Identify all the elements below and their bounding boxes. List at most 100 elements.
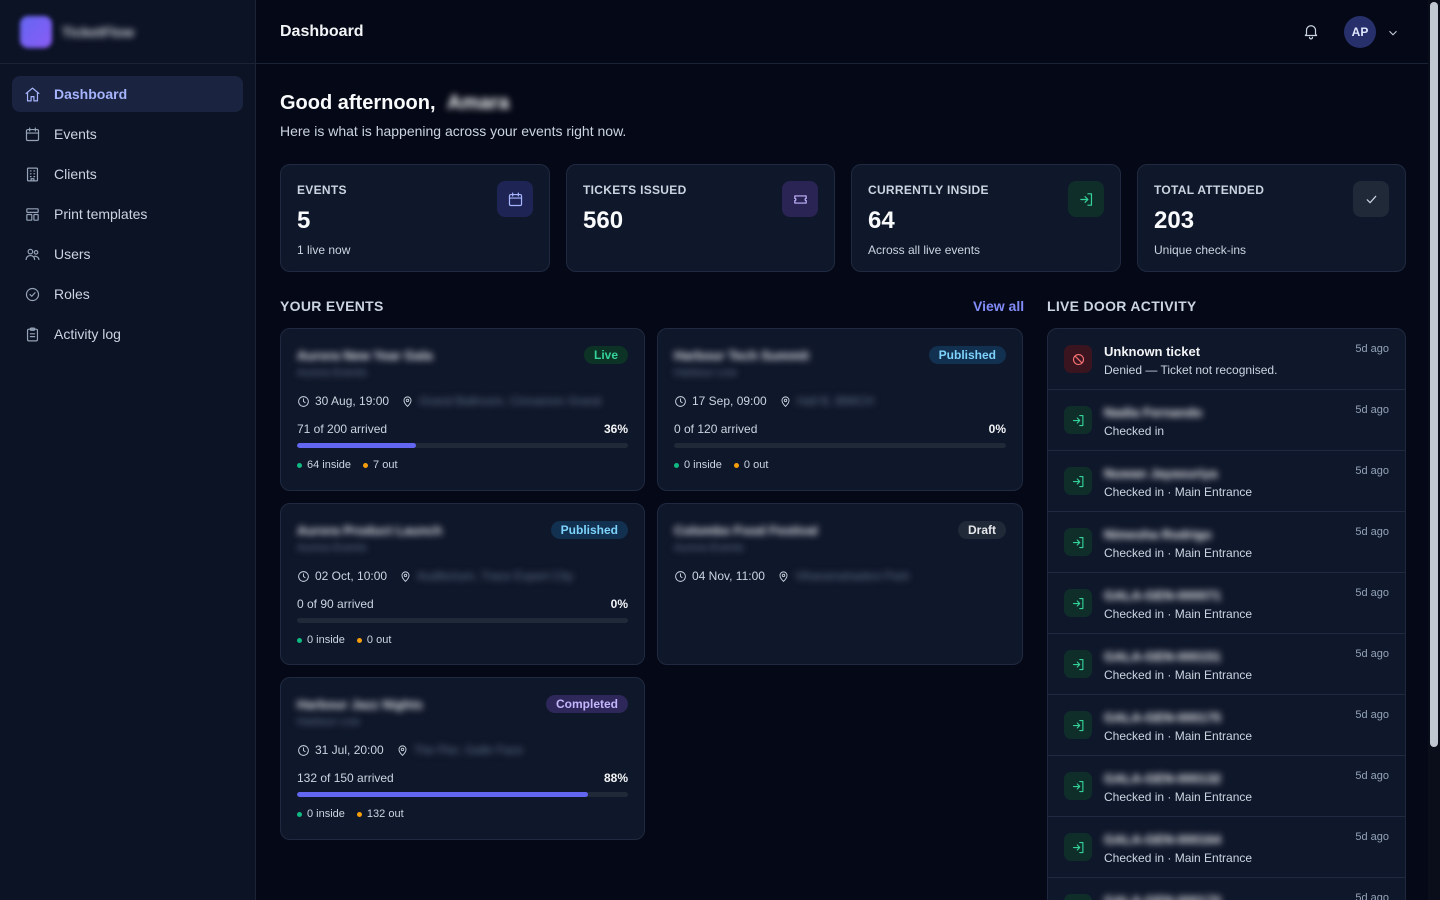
event-organizer: Harbour Live	[297, 716, 360, 728]
event-card[interactable]: Aurora New Year Gala Aurora Events Live …	[280, 328, 645, 491]
out-count: 0 out	[743, 459, 769, 471]
event-card[interactable]: Colombo Food Festival Aurora Events Draf…	[657, 503, 1023, 665]
event-organizer: Aurora Events	[674, 542, 744, 554]
activity-row[interactable]: Nimesha Rodrigo Checked in · Main Entranc…	[1048, 512, 1405, 573]
notifications-button[interactable]	[1302, 22, 1320, 43]
event-card[interactable]: Harbour Jazz Nights Harbour Live Complet…	[280, 677, 645, 840]
activity-time: 5d ago	[1355, 648, 1389, 660]
event-datetime: 17 Sep, 09:00	[692, 394, 767, 408]
event-datetime: 30 Aug, 19:00	[315, 394, 390, 408]
activity-row[interactable]: GALA-GEN-000175 Checked in · Main Entranc…	[1048, 695, 1405, 756]
door-enter-icon	[1079, 192, 1092, 206]
out-dot	[356, 637, 362, 643]
event-venue: Grand Ballroom, Cinnamon Grand	[419, 394, 602, 408]
sidebar-item-label: Print templates	[54, 206, 148, 222]
status-badge: Live	[583, 346, 628, 364]
stat-icon-box	[1353, 181, 1389, 217]
activity-icon-box	[1064, 467, 1092, 495]
ban-icon	[1072, 353, 1084, 365]
view-all-link[interactable]: View all	[973, 298, 1024, 314]
activity-row[interactable]: GALA-GEN-000170Checked in · Main Entranc…	[1048, 878, 1405, 900]
activity-time: 5d ago	[1355, 831, 1389, 843]
stat-icon-box	[1068, 181, 1104, 217]
activity-row[interactable]: GALA-GEN-000164 Checked in · Main Entranc…	[1048, 817, 1405, 878]
activity-time: 5d ago	[1355, 526, 1389, 538]
activity-detail: Checked in · Main Entrance	[1104, 485, 1253, 499]
event-percent: 0%	[610, 597, 628, 611]
user-menu-button[interactable]	[1376, 22, 1400, 43]
event-venue: Auditorium, Trace Expert City	[417, 569, 574, 583]
stat-card-attended: TOTAL ATTENDED 203 Unique check-ins	[1137, 164, 1406, 272]
avatar[interactable]: AP	[1344, 16, 1376, 48]
greeting-subtitle: Here is what is happening across your ev…	[280, 123, 627, 139]
door-enter-icon	[1072, 841, 1083, 853]
activity-icon-box	[1064, 406, 1092, 434]
sidebar-item-events[interactable]: Events	[12, 116, 243, 152]
event-venue: The Pier, Galle Face	[413, 743, 524, 757]
activity-row[interactable]: Nuwan Jayasuriya Checked in · Main Entran…	[1048, 451, 1405, 512]
activity-detail: Checked in	[1104, 424, 1165, 438]
activity-time: 5d ago	[1355, 587, 1389, 599]
activity-name: GALA-GEN-000151	[1104, 649, 1222, 664]
stat-card-tickets: TICKETS ISSUED 560	[566, 164, 835, 272]
event-card[interactable]: Harbour Tech Summit Harbour Live Publish…	[657, 328, 1023, 491]
activity-time: 5d ago	[1355, 892, 1389, 900]
event-name: Aurora Product Launch	[297, 523, 443, 538]
sidebar-item-label: Events	[54, 126, 97, 142]
brand[interactable]: TicketFlow	[0, 0, 255, 64]
activity-row[interactable]: Nadia Fernando Checked in 5d ago	[1048, 390, 1405, 451]
stat-icon-box	[497, 181, 533, 217]
event-organizer: Harbour Live	[674, 367, 737, 379]
event-name: Harbour Jazz Nights	[297, 697, 423, 712]
inside-count: 64 inside	[307, 459, 352, 471]
event-arrived: 0 of 120 arrived	[674, 422, 758, 436]
activity-icon-box	[1064, 833, 1092, 861]
activity-icon-box	[1064, 772, 1092, 800]
event-card[interactable]: Aurora Product Launch Aurora Events Publ…	[280, 503, 645, 665]
event-datetime: 04 Nov, 11:00	[692, 569, 765, 583]
event-percent: 0%	[988, 422, 1006, 436]
sidebar: TicketFlow Dashboard Events Clients Prin…	[0, 0, 256, 900]
scrollbar[interactable]	[1428, 0, 1440, 900]
activity-section-title: LIVE DOOR ACTIVITY	[1047, 298, 1197, 314]
event-arrived: 132 of 150 arrived	[297, 771, 394, 785]
activity-time: 5d ago	[1355, 343, 1389, 355]
check-icon	[1366, 195, 1376, 203]
sidebar-item-dashboard[interactable]: Dashboard	[12, 76, 243, 112]
brand-name: TicketFlow	[62, 23, 135, 40]
sidebar-item-activity-log[interactable]: Activity log	[12, 316, 243, 352]
sidebar-item-roles[interactable]: Roles	[12, 276, 243, 312]
activity-name: GALA-GEN-000132	[1104, 771, 1222, 786]
event-datetime: 02 Oct, 10:00	[315, 569, 388, 583]
activity-detail: Checked in · Main Entrance	[1104, 729, 1253, 743]
event-datetime: 31 Jul, 20:00	[315, 743, 384, 757]
greeting-prefix: Good afternoon,	[280, 92, 436, 114]
event-meta: 31 Jul, 20:00 The Pier, Galle Face	[297, 743, 523, 757]
activity-row[interactable]: GALA-GEN-000071 Checked in · Main Entranc…	[1048, 573, 1405, 634]
status-badge: Published	[928, 346, 1006, 364]
door-enter-icon	[1072, 597, 1083, 609]
brand-logo	[20, 15, 52, 48]
activity-row[interactable]: GALA-GEN-000151 Checked in · Main Entranc…	[1048, 634, 1405, 695]
activity-row[interactable]: Unknown ticket Denied — Ticket not recogn…	[1048, 329, 1405, 390]
stat-sub: Across all live events	[868, 243, 981, 257]
door-enter-icon	[1072, 719, 1083, 731]
event-percent: 88%	[603, 771, 628, 785]
greeting: Good afternoon, Amara	[280, 92, 509, 115]
event-inout: 0 inside 0 out	[674, 459, 768, 471]
calendar-icon	[25, 127, 40, 141]
event-inout: 0 inside 0 out	[297, 634, 391, 646]
sidebar-item-print-templates[interactable]: Print templates	[12, 196, 243, 232]
sidebar-item-clients[interactable]: Clients	[12, 156, 243, 192]
activity-row[interactable]: GALA-GEN-000132 Checked in · Main Entranc…	[1048, 756, 1405, 817]
map-pin-icon	[398, 744, 407, 756]
sidebar-item-label: Users	[54, 246, 91, 262]
out-count: 0 out	[366, 634, 392, 646]
sidebar-item-users[interactable]: Users	[12, 236, 243, 272]
scroll-thumb[interactable]	[1430, 2, 1438, 747]
inside-count: 0 inside	[307, 808, 345, 820]
event-percent: 36%	[603, 422, 628, 436]
event-meta: 17 Sep, 09:00 Hall B, BMICH	[674, 394, 874, 408]
activity-time: 5d ago	[1355, 465, 1389, 477]
progress-fill	[297, 443, 417, 448]
